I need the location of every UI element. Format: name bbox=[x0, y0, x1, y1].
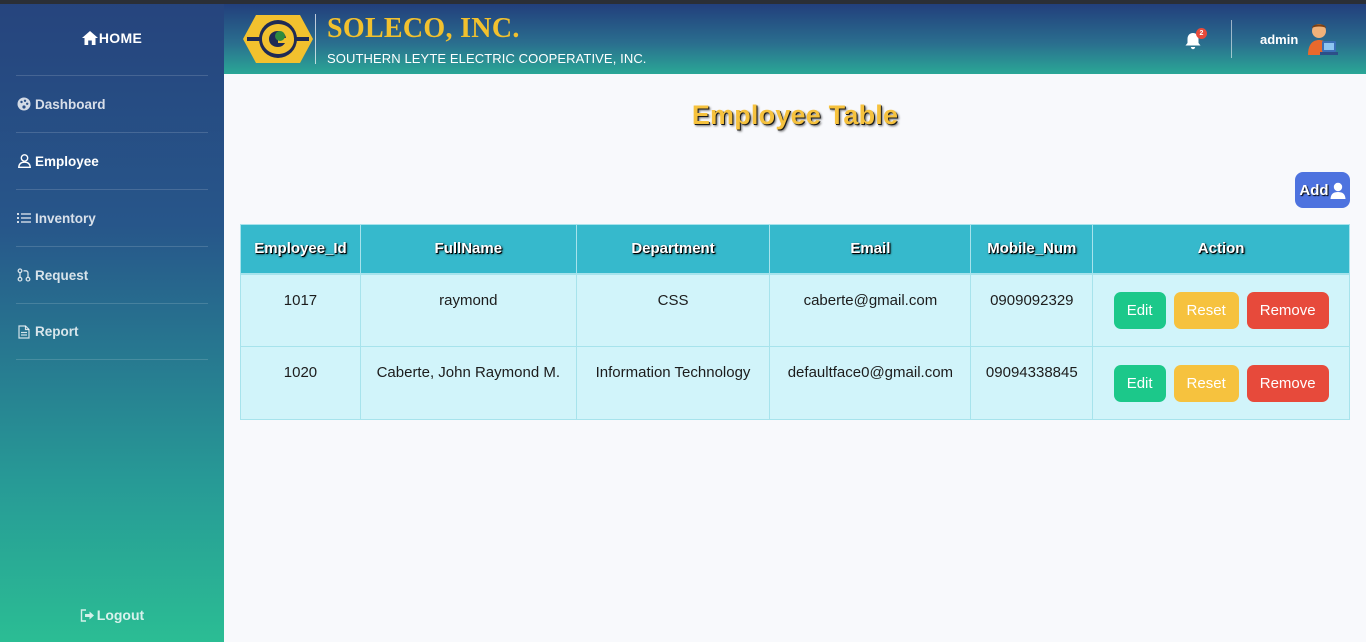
sidebar-item-dashboard[interactable]: Dashboard bbox=[16, 75, 208, 132]
sidebar-nav: Dashboard Employee Inventory Request Rep… bbox=[16, 75, 208, 360]
list-icon bbox=[16, 210, 32, 226]
edit-button[interactable]: Edit bbox=[1113, 291, 1166, 329]
sidebar-home-label: HOME bbox=[98, 30, 143, 46]
sidebar-item-report[interactable]: Report bbox=[16, 303, 208, 360]
header-divider bbox=[1231, 20, 1232, 58]
brand-subtitle: SOUTHERN LEYTE ELECTRIC COOPERATIVE, INC… bbox=[327, 51, 647, 66]
column-header-mobile: Mobile_Num bbox=[970, 224, 1094, 275]
document-icon bbox=[16, 324, 32, 340]
remove-button[interactable]: Remove bbox=[1246, 291, 1329, 329]
logo-divider bbox=[315, 14, 316, 64]
palette-icon bbox=[16, 96, 32, 112]
logout-button[interactable]: Logout bbox=[0, 607, 224, 623]
sidebar-item-employee[interactable]: Employee bbox=[16, 132, 208, 189]
employee-table: Employee_Id FullName Department Email Mo… bbox=[240, 224, 1350, 420]
sidebar-item-label: Dashboard bbox=[35, 96, 106, 112]
sidebar-item-label: Inventory bbox=[35, 210, 96, 226]
column-header-employee-id: Employee_Id bbox=[240, 224, 361, 275]
cell-employee-id: 1017 bbox=[240, 273, 361, 347]
sidebar-item-label: Request bbox=[35, 267, 89, 283]
sidebar-item-inventory[interactable]: Inventory bbox=[16, 189, 208, 246]
column-header-fullname: FullName bbox=[359, 224, 577, 275]
logout-label: Logout bbox=[96, 607, 145, 623]
reset-button[interactable]: Reset bbox=[1173, 364, 1239, 402]
edit-button[interactable]: Edit bbox=[1113, 364, 1166, 402]
cell-fullname: raymond bbox=[359, 273, 577, 347]
cell-email: defaultface0@gmail.com bbox=[769, 346, 972, 420]
sidebar-item-label: Employee bbox=[35, 153, 99, 169]
request-icon bbox=[16, 267, 32, 283]
home-icon bbox=[81, 31, 98, 45]
sidebar-home-link[interactable]: HOME bbox=[0, 30, 224, 46]
cell-actions: Edit Reset Remove bbox=[1092, 273, 1350, 347]
cell-employee-id: 1020 bbox=[240, 346, 361, 420]
column-header-action: Action bbox=[1092, 224, 1350, 275]
table-row: 1020 Caberte, John Raymond M. Informatio… bbox=[240, 346, 1350, 420]
logout-icon bbox=[80, 609, 94, 622]
table-row: 1017 raymond CSS caberte@gmail.com 09090… bbox=[240, 273, 1350, 347]
window-top-strip bbox=[0, 0, 1366, 4]
cell-email: caberte@gmail.com bbox=[769, 273, 972, 347]
top-header: SOLECO, INC. SOUTHERN LEYTE ELECTRIC COO… bbox=[224, 4, 1366, 74]
page-title: Employee Table bbox=[691, 100, 899, 130]
add-button-label: Add bbox=[1299, 181, 1329, 199]
cell-mobile: 0909092329 bbox=[970, 273, 1094, 347]
reset-button[interactable]: Reset bbox=[1173, 291, 1239, 329]
column-header-email: Email bbox=[769, 224, 972, 275]
table-header-row: Employee_Id FullName Department Email Mo… bbox=[240, 224, 1350, 275]
notification-badge: 2 bbox=[1196, 28, 1207, 39]
user-icon bbox=[16, 153, 32, 169]
cell-department: CSS bbox=[575, 273, 771, 347]
brand-name: SOLECO, INC. bbox=[327, 13, 520, 44]
cell-mobile: 09094338845 bbox=[970, 346, 1094, 420]
user-plus-icon bbox=[1330, 182, 1346, 199]
remove-button[interactable]: Remove bbox=[1246, 364, 1329, 402]
cell-fullname: Caberte, John Raymond M. bbox=[359, 346, 577, 420]
cell-department: Information Technology bbox=[575, 346, 771, 420]
column-header-department: Department bbox=[575, 224, 771, 275]
user-name[interactable]: admin bbox=[1260, 32, 1298, 47]
sidebar-item-label: Report bbox=[35, 324, 79, 339]
avatar[interactable] bbox=[1306, 22, 1338, 56]
cell-actions: Edit Reset Remove bbox=[1092, 346, 1350, 420]
soleco-logo bbox=[243, 15, 313, 63]
sidebar: HOME Dashboard Employee Inventory Reques… bbox=[0, 0, 224, 642]
sidebar-item-request[interactable]: Request bbox=[16, 246, 208, 303]
add-employee-button[interactable]: Add bbox=[1295, 172, 1350, 208]
